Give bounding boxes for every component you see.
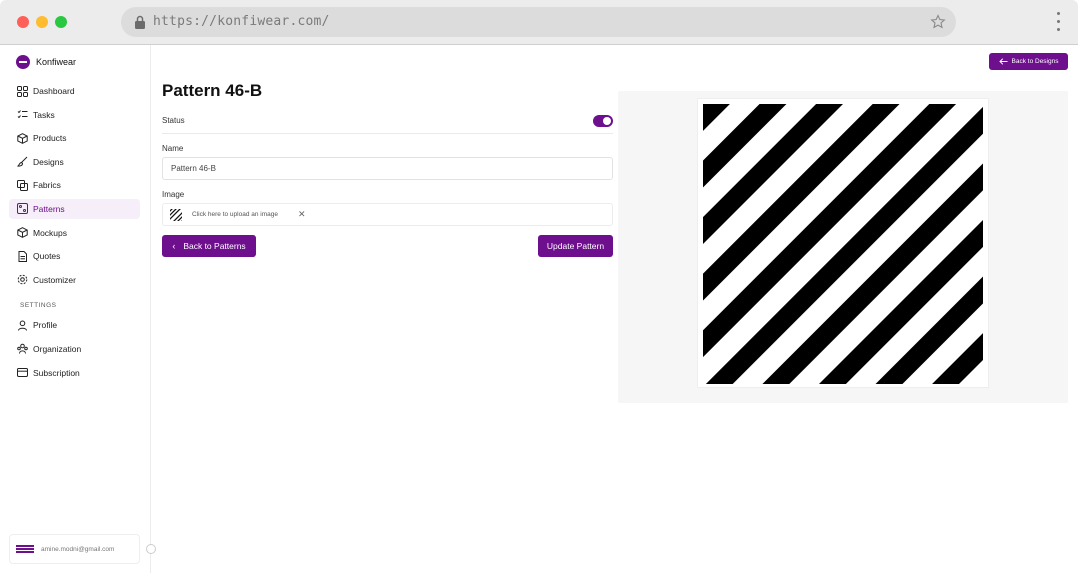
page-title: Pattern 46-B [162, 81, 263, 100]
pattern-icon [17, 203, 28, 215]
sidebar-item-label: Mockups [33, 227, 68, 238]
sidebar-item-profile[interactable]: Profile [9, 315, 140, 335]
sidebar-item-label: Designs [33, 156, 64, 167]
sidebar-item-label: Organization [33, 343, 82, 354]
sidebar-item-label: Quotes [33, 251, 61, 262]
collapse-sidebar-button[interactable] [146, 544, 156, 554]
sidebar-nav: Dashboard Tasks Products Designs Fabrics… [9, 81, 140, 386]
browser-menu-icon[interactable] [1054, 12, 1062, 34]
pattern-preview-panel [618, 91, 1068, 403]
sidebar-item-label: Profile [33, 320, 58, 331]
address-bar[interactable]: https://konfiwear.com/ [121, 7, 956, 37]
name-label: Name [162, 144, 184, 153]
card-icon [17, 368, 28, 378]
chevron-left-icon: ‹ [172, 241, 176, 251]
user-icon [18, 320, 27, 331]
layers-icon [17, 179, 28, 191]
user-card[interactable]: amine.modni@gmail.com [9, 534, 140, 564]
sidebar-item-label: Patterns [33, 203, 65, 214]
sidebar-item-label: Dashboard [33, 86, 75, 96]
back-to-patterns-button[interactable]: ‹ Back to Patterns [162, 235, 256, 257]
org-logo-icon [16, 545, 34, 553]
sidebar-item-quotes[interactable]: Quotes [9, 246, 140, 266]
arrow-left-icon [998, 58, 1008, 65]
update-pattern-label: Update Pattern [546, 241, 605, 251]
close-icon[interactable]: ✕ [298, 209, 307, 219]
sidebar-item-label: Products [33, 133, 67, 144]
pattern-thumbnail-icon [170, 209, 182, 221]
grid-icon [17, 85, 28, 97]
box-icon [17, 132, 28, 144]
sidebar: Konfiwear Dashboard Tasks Products Desig… [0, 45, 156, 573]
sidebar-item-label: Fabrics [33, 180, 61, 191]
sidebar-item-organization[interactable]: Organization [9, 339, 140, 359]
upload-prompt: Click here to upload an image [192, 211, 278, 218]
quote-icon [18, 250, 27, 262]
sidebar-item-label: Tasks [33, 109, 55, 120]
pattern-preview-frame [697, 98, 989, 388]
sidebar-item-label: Subscription [33, 367, 80, 378]
sidebar-item-subscription[interactable]: Subscription [9, 363, 140, 383]
sidebar-item-customizer[interactable]: Customizer [9, 270, 140, 290]
url-text: https://konfiwear.com/ [153, 14, 330, 29]
image-upload-field[interactable]: Click here to upload an image ✕ [162, 203, 613, 226]
brand[interactable]: Konfiwear [16, 55, 76, 69]
back-to-designs-button[interactable]: Back to Designs [989, 53, 1068, 70]
brand-name: Konfiwear [36, 57, 77, 67]
minimize-window-button[interactable] [36, 16, 48, 28]
status-label: Status [162, 116, 185, 125]
settings-section-title: SETTINGS [20, 302, 57, 310]
sidebar-item-dashboard[interactable]: Dashboard [9, 81, 140, 101]
name-input[interactable] [162, 157, 613, 180]
close-window-button[interactable] [17, 16, 29, 28]
lock-icon [135, 15, 145, 29]
maximize-window-button[interactable] [55, 16, 67, 28]
cube-icon [17, 227, 28, 238]
brand-logo-icon [16, 55, 30, 69]
user-email: amine.modni@gmail.com [41, 545, 115, 553]
gear-icon [17, 274, 28, 285]
image-label: Image [162, 190, 185, 199]
sidebar-item-patterns[interactable]: Patterns [9, 198, 140, 219]
browser-chrome: https://konfiwear.com/ [0, 0, 1078, 45]
sidebar-item-label: Customizer [33, 274, 76, 285]
divider [162, 133, 613, 134]
sidebar-item-mockups[interactable]: Mockups [9, 223, 140, 243]
sidebar-item-fabrics[interactable]: Fabrics [9, 175, 140, 195]
brush-icon [17, 156, 28, 167]
status-toggle[interactable] [593, 115, 613, 127]
pattern-preview-image [703, 104, 983, 384]
bookmark-star-icon[interactable] [930, 14, 946, 30]
back-to-designs-label: Back to Designs [1011, 58, 1059, 65]
sidebar-item-products[interactable]: Products [9, 128, 140, 148]
sidebar-item-designs[interactable]: Designs [9, 152, 140, 172]
update-pattern-button[interactable]: Update Pattern [538, 235, 613, 257]
sidebar-item-tasks[interactable]: Tasks [9, 105, 140, 125]
back-to-patterns-label: Back to Patterns [183, 241, 246, 251]
organization-icon [17, 344, 28, 355]
tasks-icon [17, 110, 28, 119]
